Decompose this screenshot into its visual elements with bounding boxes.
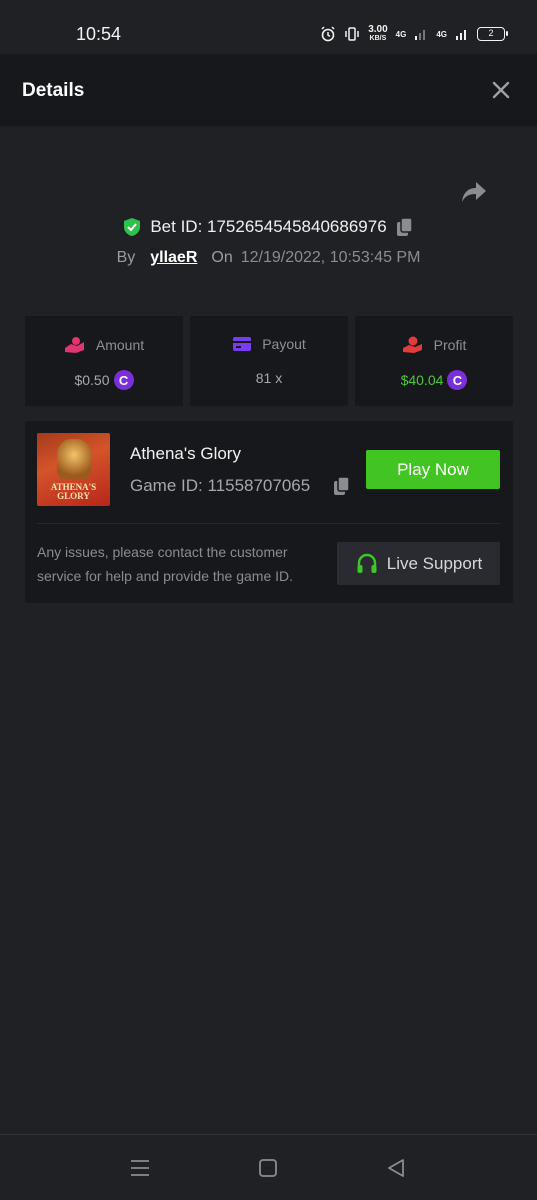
stat-payout-value-row: 81 x bbox=[190, 370, 348, 386]
on-label: On bbox=[211, 249, 233, 266]
coin-icon: C bbox=[447, 370, 468, 390]
live-support-button[interactable]: Live Support bbox=[337, 542, 500, 585]
stat-payout-label: Payout bbox=[262, 336, 306, 352]
game-card: ATHENA'S GLORY Athena's Glory Game ID: 1… bbox=[25, 421, 513, 603]
stat-profit: Profit $40.04 C bbox=[355, 316, 513, 406]
stat-payout-label-row: Payout bbox=[190, 336, 348, 352]
bet-stats: Amount $0.50 C Payout 81 x Profit $40.04… bbox=[25, 316, 513, 406]
network-type-2: 4G bbox=[436, 29, 447, 39]
live-support-label: Live Support bbox=[386, 553, 483, 573]
menu-icon[interactable] bbox=[129, 1157, 151, 1179]
stat-profit-label: Profit bbox=[433, 337, 467, 353]
status-time: 10:54 bbox=[76, 24, 122, 44]
verified-shield-icon bbox=[124, 218, 141, 236]
status-bar: 10:54 3.00 KB/S 4G 4G 2 bbox=[0, 0, 537, 54]
stat-profit-label-row: Profit bbox=[355, 336, 513, 354]
signal-1-icon bbox=[415, 30, 426, 40]
vibrate-icon bbox=[345, 27, 359, 41]
network-type-1: 4G bbox=[395, 29, 407, 39]
bet-meta-row: By yllaeR On 12/19/2022, 10:53:45 PM bbox=[0, 249, 537, 267]
stat-payout-value: 81 x bbox=[255, 370, 283, 386]
stat-amount: Amount $0.50 C bbox=[25, 316, 183, 406]
share-icon[interactable] bbox=[460, 180, 488, 204]
play-now-button[interactable]: Play Now bbox=[366, 450, 500, 489]
username-link[interactable]: yllaeR bbox=[150, 249, 197, 267]
back-icon[interactable] bbox=[385, 1157, 407, 1179]
network-speed: 3.00 KB/S bbox=[368, 25, 387, 43]
bet-id: Bet ID: 1752654545840686976 bbox=[150, 217, 387, 236]
copy-bet-id-icon[interactable] bbox=[395, 216, 415, 238]
card-icon bbox=[233, 337, 252, 351]
stat-payout: Payout 81 x bbox=[190, 316, 348, 406]
page-title: Details bbox=[22, 80, 85, 101]
hand-coins-icon bbox=[64, 337, 84, 353]
coin-icon: C bbox=[113, 370, 134, 390]
game-thumbnail[interactable]: ATHENA'S GLORY bbox=[37, 433, 110, 506]
stat-profit-value: $40.04 bbox=[400, 372, 444, 388]
divider bbox=[37, 523, 501, 524]
battery-icon: 2 bbox=[477, 27, 508, 41]
support-help-text: Any issues, please contact the customer … bbox=[37, 544, 294, 584]
headset-icon bbox=[357, 553, 377, 573]
stat-amount-label: Amount bbox=[95, 337, 145, 353]
speed-unit: KB/S bbox=[369, 35, 387, 42]
athena-figure bbox=[57, 439, 91, 479]
stat-amount-value-row: $0.50 C bbox=[25, 370, 183, 390]
close-icon[interactable] bbox=[491, 80, 511, 100]
stat-profit-value-row: $40.04 C bbox=[355, 370, 513, 390]
bet-date: 12/19/2022, 10:53:45 PM bbox=[240, 249, 421, 266]
status-icons: 3.00 KB/S 4G 4G 2 bbox=[320, 22, 508, 46]
game-name: Athena's Glory bbox=[130, 444, 241, 463]
alarm-icon bbox=[321, 26, 335, 42]
details-header: Details bbox=[0, 54, 537, 126]
copy-game-id-icon[interactable] bbox=[332, 475, 352, 497]
speed-value: 3.00 bbox=[368, 24, 388, 35]
system-nav-bar bbox=[0, 1134, 537, 1200]
by-label: By bbox=[116, 249, 136, 266]
thumbnail-title: ATHENA'S GLORY bbox=[50, 482, 97, 501]
home-icon[interactable] bbox=[257, 1157, 279, 1179]
stat-amount-label-row: Amount bbox=[25, 336, 183, 354]
signal-2-icon bbox=[456, 30, 466, 40]
bet-id-row: Bet ID: 1752654545840686976 bbox=[0, 216, 537, 238]
game-id: Game ID: 11558707065 bbox=[130, 476, 311, 495]
stat-amount-value: $0.50 bbox=[74, 372, 110, 388]
hand-money-icon bbox=[402, 336, 422, 353]
